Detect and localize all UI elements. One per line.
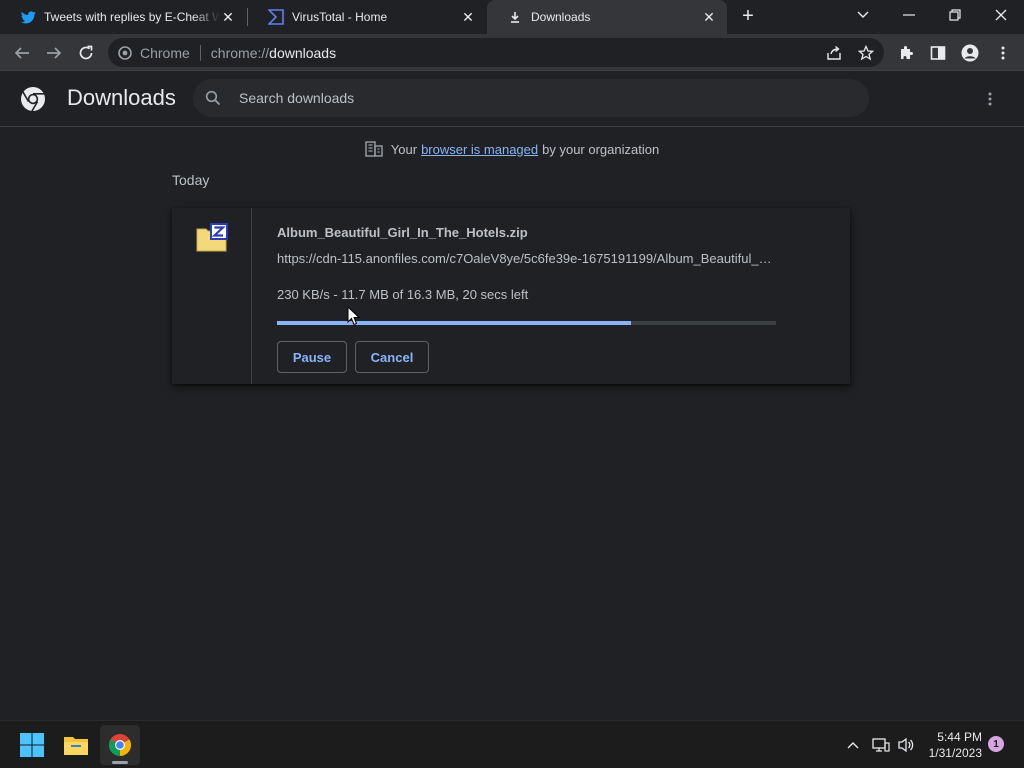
tab-strip: Tweets with replies by E-Cheat W ✕ Virus… <box>0 0 1024 34</box>
toolbar: Chrome chrome:// downloads <box>0 34 1024 71</box>
network-icon[interactable] <box>871 735 891 755</box>
close-tab-icon[interactable]: ✕ <box>460 9 476 25</box>
url-host: downloads <box>269 44 337 61</box>
zip-file-icon <box>196 223 228 253</box>
chevron-up-icon[interactable] <box>843 735 863 755</box>
active-app-indicator <box>112 761 128 764</box>
search-input[interactable] <box>237 89 837 107</box>
minimize-icon[interactable] <box>886 0 932 30</box>
download-status: 230 KB/s - 11.7 MB of 16.3 MB, 20 secs l… <box>277 287 529 302</box>
progress-fill <box>277 321 632 325</box>
page-title: Downloads <box>67 85 176 110</box>
omnibox-divider <box>199 44 201 61</box>
tab-search-icon[interactable] <box>840 0 886 30</box>
new-tab-button[interactable]: + <box>738 6 758 27</box>
chrome-logo-icon <box>20 86 46 112</box>
managed-prefix: Your <box>390 141 418 157</box>
tab-downloads[interactable]: Downloads ✕ <box>487 0 727 34</box>
tab-tweets[interactable]: Tweets with replies by E-Cheat W ✕ <box>0 0 246 34</box>
download-icon <box>507 9 523 25</box>
notification-badge[interactable]: 1 <box>988 736 1004 752</box>
extensions-icon[interactable] <box>893 40 919 66</box>
downloads-menu-icon[interactable] <box>978 87 1002 111</box>
bookmark-star-icon[interactable] <box>853 40 879 66</box>
tab-title: Downloads <box>531 10 591 24</box>
chrome-icon <box>118 45 132 60</box>
tab-title: Tweets with replies by E-Cheat W <box>44 10 220 24</box>
volume-icon[interactable] <box>896 735 916 755</box>
address-bar[interactable]: Chrome chrome:// downloads <box>108 38 884 67</box>
side-panel-icon[interactable] <box>925 40 951 66</box>
url-scheme: chrome:// <box>210 44 270 61</box>
reload-icon[interactable] <box>73 40 99 66</box>
twitter-icon <box>20 9 36 25</box>
chrome-taskbar-icon[interactable] <box>100 725 140 765</box>
taskbar: 5:44 PM 1/31/2023 <box>0 720 1024 768</box>
site-chip-label: Chrome <box>140 44 190 61</box>
menu-icon[interactable] <box>990 40 1016 66</box>
close-window-icon[interactable] <box>978 0 1024 30</box>
file-url[interactable]: https://cdn-115.anonfiles.com/c7OaleV8ye… <box>277 251 777 266</box>
search-box[interactable] <box>193 79 869 117</box>
managed-notice: Your browser is managed by your organiza… <box>0 140 1024 158</box>
system-clock[interactable]: 5:44 PM 1/31/2023 <box>918 729 982 761</box>
mouse-cursor <box>347 305 361 326</box>
close-tab-icon[interactable]: ✕ <box>220 9 236 25</box>
close-tab-icon[interactable]: ✕ <box>701 9 717 25</box>
back-icon[interactable] <box>9 40 35 66</box>
cancel-button[interactable]: Cancel <box>355 341 429 373</box>
clock-date: 1/31/2023 <box>928 746 982 760</box>
file-name[interactable]: Album_Beautiful_Girl_In_The_Hotels.zip <box>277 225 528 240</box>
forward-icon[interactable] <box>41 40 67 66</box>
pause-button[interactable]: Pause <box>277 341 347 373</box>
downloads-header: Downloads <box>0 71 1024 127</box>
date-section-heading: Today <box>172 172 210 188</box>
browser-managed-link[interactable]: browser is managed <box>421 142 538 157</box>
download-item-card: Album_Beautiful_Girl_In_The_Hotels.zip h… <box>172 208 850 384</box>
file-explorer-icon[interactable] <box>56 725 96 765</box>
virustotal-icon <box>268 9 284 25</box>
clock-time: 5:44 PM <box>937 730 982 744</box>
restore-icon[interactable] <box>932 0 978 30</box>
tab-virustotal[interactable]: VirusTotal - Home ✕ <box>248 0 486 34</box>
start-button[interactable] <box>12 725 52 765</box>
profile-icon[interactable] <box>957 40 983 66</box>
building-icon <box>365 141 383 157</box>
share-icon[interactable] <box>821 40 847 66</box>
managed-suffix: by your organization <box>542 141 660 157</box>
tab-title: VirusTotal - Home <box>292 10 388 24</box>
search-icon <box>205 90 221 106</box>
